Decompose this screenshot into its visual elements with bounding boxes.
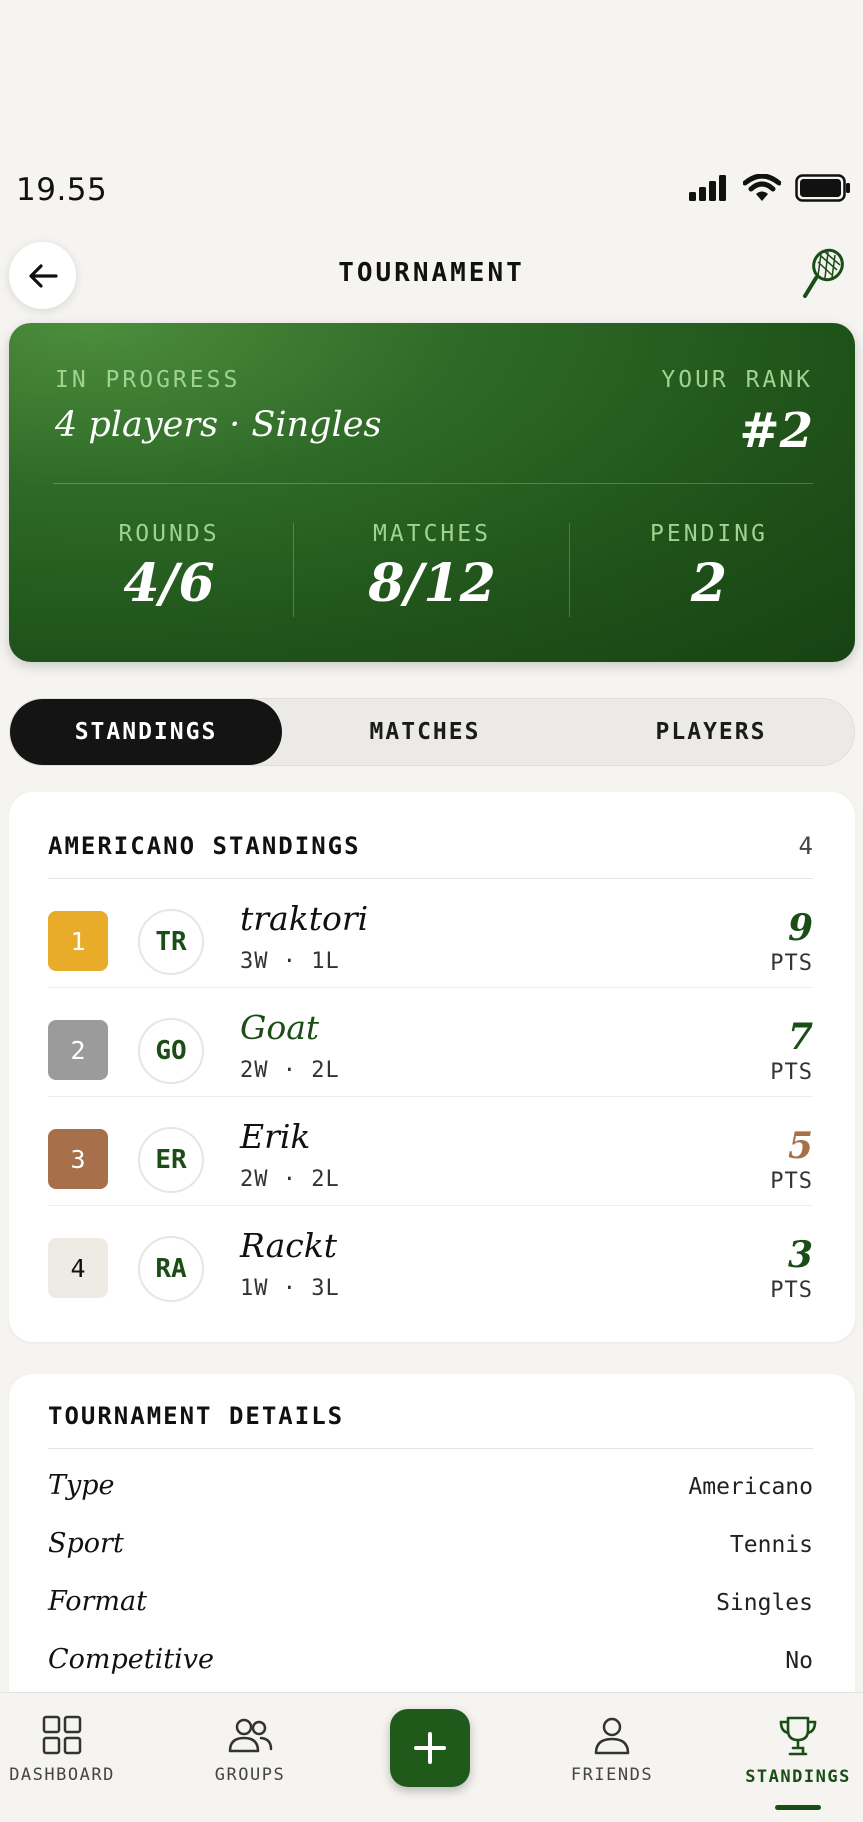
racket-button[interactable] [799,246,849,302]
stat-matches: MATCHES 8/12 [309,521,555,614]
player-name: Erik [240,1117,311,1156]
stat-label: PENDING [650,521,768,547]
stat-label: MATCHES [373,521,491,547]
detail-label: Format [48,1586,147,1617]
nav-label: DASHBOARD [9,1765,115,1785]
standings-card: AMERICANO STANDINGS 4 1 TR traktori 3W ·… [9,792,855,1342]
plus-icon [414,1732,446,1764]
nav-label: STANDINGS [745,1767,851,1787]
standings-row[interactable]: 4 RA Rackt 1W · 3L 3 PTS [48,1206,813,1315]
wifi-icon [743,174,781,201]
detail-value: No [785,1648,813,1674]
detail-value: Americano [688,1474,813,1500]
detail-value: Tennis [729,1532,813,1558]
your-rank-value: #2 [739,403,813,459]
stat-value: 4/6 [123,553,215,614]
divider [48,1448,813,1449]
users-icon [228,1718,273,1753]
player-points: 7 [787,1016,813,1058]
standings-row[interactable]: 2 GO Goat 2W · 2L 7 PTS [48,988,813,1097]
header: TOURNAMENT [0,240,863,310]
points-label: PTS [770,951,813,976]
points-label: PTS [770,1060,813,1085]
standings-row[interactable]: 1 TR traktori 3W · 1L 9 PTS [48,879,813,988]
battery-icon [795,174,850,202]
status-icons [689,174,851,202]
rank-badge: 3 [48,1129,108,1189]
player-record: 2W · 2L [240,1058,340,1083]
player-points: 9 [787,907,813,949]
player-name: Rackt [240,1226,338,1265]
nav-friends[interactable]: FRIENDS [560,1715,664,1785]
player-points: 5 [787,1125,813,1167]
add-button[interactable] [390,1709,470,1787]
your-rank-label: YOUR RANK [661,367,813,393]
stat-divider [293,523,294,617]
stat-value: 2 [690,553,728,614]
points-label: PTS [770,1169,813,1194]
rank-badge: 1 [48,911,108,971]
rank-badge: 4 [48,1238,108,1298]
detail-row-format: Format Singles [48,1586,813,1626]
page-title: TOURNAMENT [338,258,525,288]
user-icon [594,1717,630,1755]
tab-players[interactable]: PLAYERS [568,699,854,765]
status-bar: 19.55 [0,168,863,214]
detail-row-sport: Sport Tennis [48,1528,813,1568]
tournament-summary-card: IN PROGRESS 4 players · Singles YOUR RAN… [9,323,855,662]
stat-divider [569,523,570,617]
avatar: GO [138,1018,204,1084]
avatar: TR [138,909,204,975]
standings-title: AMERICANO STANDINGS [48,832,361,860]
tournament-subtitle: 4 players · Singles [55,405,382,445]
stat-value: 8/12 [368,553,496,614]
status-time: 19.55 [16,172,108,208]
detail-row-competitive: Competitive No [48,1644,813,1684]
detail-label: Competitive [48,1644,214,1675]
standings-row[interactable]: 3 ER Erik 2W · 2L 5 PTS [48,1097,813,1206]
tournament-status: IN PROGRESS [55,367,241,393]
nav-label: GROUPS [214,1765,286,1785]
rank-badge: 2 [48,1020,108,1080]
tab-bar: STANDINGS MATCHES PLAYERS [9,698,855,766]
player-record: 3W · 1L [240,949,340,974]
avatar: ER [138,1127,204,1193]
player-name: traktori [240,899,369,938]
avatar: RA [138,1236,204,1302]
bottom-nav: DASHBOARD GROUPS FRIENDS STANDINGS [0,1692,863,1822]
tab-matches[interactable]: MATCHES [282,699,568,765]
nav-dashboard[interactable]: DASHBOARD [8,1715,116,1785]
player-name: Goat [240,1008,320,1047]
stat-label: ROUNDS [118,521,220,547]
stat-rounds: ROUNDS 4/6 [49,521,289,614]
detail-value: Singles [716,1590,813,1616]
nav-groups[interactable]: GROUPS [200,1715,300,1785]
tennis-racket-icon [803,248,844,298]
detail-label: Type [48,1470,115,1501]
grid-icon [42,1715,82,1755]
player-points: 3 [787,1234,813,1276]
trophy-icon [779,1716,817,1756]
nav-label: FRIENDS [570,1765,654,1785]
player-record: 2W · 2L [240,1167,340,1192]
detail-row-type: Type Americano [48,1470,813,1510]
standings-count: 4 [798,832,813,860]
details-title: TOURNAMENT DETAILS [48,1402,345,1430]
active-indicator [775,1805,821,1810]
signal-icon [689,175,726,201]
player-record: 1W · 3L [240,1276,340,1301]
hero-divider [53,483,813,484]
nav-standings[interactable]: STANDINGS [740,1715,856,1787]
detail-label: Sport [48,1528,124,1559]
stat-pending: PENDING 2 [589,521,829,614]
tab-standings[interactable]: STANDINGS [10,699,282,765]
points-label: PTS [770,1278,813,1303]
